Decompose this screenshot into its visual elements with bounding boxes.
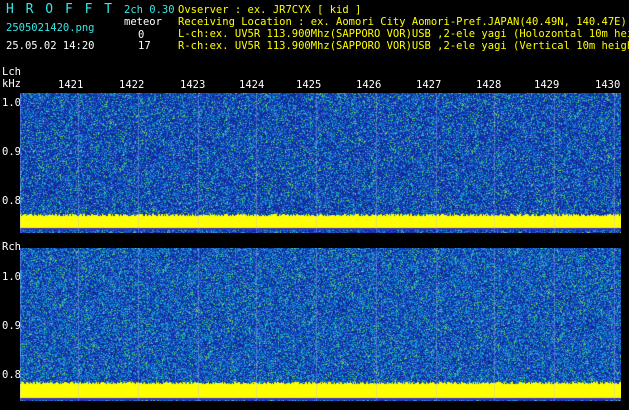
time-tick: 1424	[239, 79, 265, 91]
app-title: H R O F F T	[6, 2, 115, 17]
lch-ytick-3: 0.8	[2, 195, 21, 207]
rch-channel-label: Rch	[2, 241, 21, 253]
filename-label: 2505021420.png	[6, 22, 95, 34]
lch-ytick-2: 0.9	[2, 146, 21, 158]
rch-ytick-2: 0.9	[2, 320, 21, 332]
time-tick: 1425	[296, 79, 322, 91]
rch-info-line: R-ch:ex. UV5R 113.900Mhz(SAPPORO VOR)USB…	[178, 40, 629, 52]
time-tick: 1422	[119, 79, 145, 91]
time-tick: 1430	[595, 79, 621, 91]
lch-info-line: L-ch:ex. UV5R 113.900Mhz(SAPPORO VOR)USB…	[178, 28, 629, 40]
rch-ytick-3: 0.8	[2, 369, 21, 381]
time-tick: 1428	[476, 79, 502, 91]
lch-spectrogram	[20, 93, 621, 233]
time-tick: 1426	[356, 79, 382, 91]
mode-label: 2ch 0.30	[124, 4, 175, 16]
location-line: Receiving Location : ex. Aomori City Aom…	[178, 16, 627, 28]
time-tick: 1423	[180, 79, 206, 91]
time-tick: 1421	[58, 79, 84, 91]
datetime-label: 25.05.02 14:20	[6, 40, 95, 52]
meteor-label: meteor	[124, 16, 162, 28]
time-tick: 1427	[416, 79, 442, 91]
lch-ytick-1: 1.0	[2, 97, 21, 109]
lch-channel-label: Lch	[2, 66, 21, 78]
rch-ytick-1: 1.0	[2, 271, 21, 283]
observer-line: Ovserver : ex. JR7CYX [ kid ]	[178, 4, 362, 16]
rch-spectrogram	[20, 248, 621, 401]
meteor-count-rch: 17	[138, 40, 151, 52]
time-tick-row: 1421 1422 1423 1424 1425 1426 1427 1428 …	[20, 79, 621, 93]
lch-unit-label: kHz	[2, 78, 21, 90]
time-tick: 1429	[534, 79, 560, 91]
